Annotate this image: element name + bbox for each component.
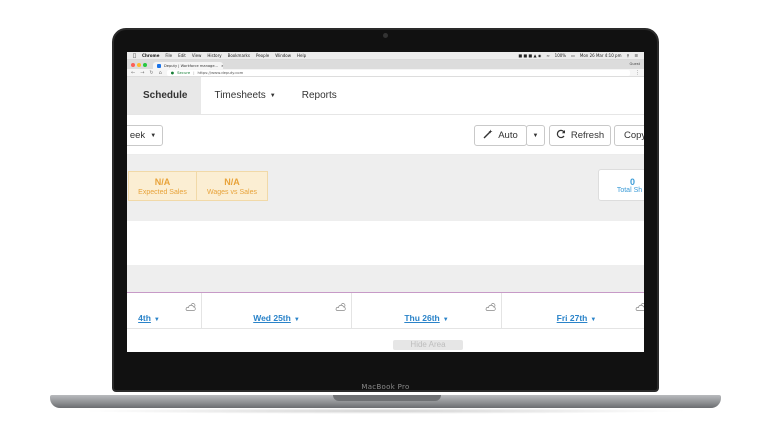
- tab-schedule[interactable]: Schedule: [127, 77, 202, 114]
- tab-close-icon[interactable]: ×: [221, 64, 223, 68]
- total-shifts-label: Total Sh: [616, 186, 643, 194]
- favicon-icon: [157, 63, 161, 68]
- copy-label: Copy: [624, 130, 644, 141]
- bezel-label: MacBook Pro: [361, 383, 410, 391]
- total-shifts-stat[interactable]: 0 Total Sh: [598, 169, 644, 201]
- menu-edit[interactable]: Edit: [178, 53, 186, 58]
- magic-wand-icon: [483, 129, 493, 142]
- menu-window[interactable]: Window: [275, 53, 291, 58]
- screen:  Chrome File Edit View History Bookmark…: [127, 52, 644, 352]
- tab-timesheets-label: Timesheets: [214, 90, 266, 101]
- tab-title: Deputy | Workforce manage...: [164, 63, 218, 68]
- partly-cloudy-icon: [185, 299, 197, 311]
- day-column-header[interactable]: Wed 25th ▼: [202, 293, 352, 329]
- zoom-window-button[interactable]: [143, 62, 147, 67]
- menu-help[interactable]: Help: [297, 53, 306, 58]
- expected-sales-value: N/A: [154, 176, 171, 187]
- tab-schedule-label: Schedule: [143, 90, 188, 101]
- back-icon[interactable]: ←: [131, 70, 135, 76]
- forward-icon[interactable]: →: [140, 70, 144, 76]
- copy-button[interactable]: Copy: [614, 125, 644, 146]
- stage: MacBook Pro  Chrome File Edit View Hist…: [0, 0, 777, 439]
- day-header-row: 4th ▼ Wed 25th ▼ Thu 26th ▼ Fri 27th ▼: [127, 293, 644, 329]
- partly-cloudy-icon: [335, 299, 347, 311]
- menu-file[interactable]: File: [165, 53, 172, 58]
- laptop-shadow: [80, 408, 691, 414]
- expected-sales-stat[interactable]: N/A Expected Sales: [128, 171, 197, 201]
- day-label[interactable]: 4th ▼: [127, 313, 201, 323]
- status-icons[interactable]: ■ ■ ■ ▲ ◉: [518, 53, 541, 58]
- refresh-button[interactable]: Refresh: [549, 125, 611, 146]
- day-label[interactable]: Wed 25th ▼: [202, 313, 351, 323]
- menu-app-name[interactable]: Chrome: [142, 53, 159, 58]
- hide-area-button[interactable]: Hide Area: [393, 340, 463, 350]
- clock[interactable]: Mon 26 Mar 4:10 pm: [580, 53, 622, 58]
- auto-options-dropdown[interactable]: ▼: [526, 125, 545, 146]
- wifi-icon[interactable]: ≈: [546, 53, 549, 58]
- auto-label: Auto: [498, 130, 518, 141]
- total-shifts-value: 0: [629, 176, 635, 187]
- partly-cloudy-icon: [485, 299, 497, 311]
- day-column-header[interactable]: Fri 27th ▼: [502, 293, 644, 329]
- url-input[interactable]: ● Secure | https://www.deputy.com: [166, 69, 630, 76]
- webcam-icon: [383, 33, 388, 38]
- reload-icon[interactable]: ↻: [149, 70, 153, 76]
- apple-icon[interactable]: : [133, 53, 136, 59]
- day-label[interactable]: Thu 26th ▼: [352, 313, 501, 323]
- tab-timesheets[interactable]: Timesheets ▼: [201, 77, 288, 114]
- url-text: https://www.deputy.com: [197, 70, 244, 75]
- browser-tabbar: Deputy | Workforce manage... × Guest: [127, 60, 644, 69]
- day-label[interactable]: Fri 27th ▼: [502, 313, 644, 323]
- secure-label: Secure: [177, 70, 191, 75]
- week-label: eek: [129, 130, 146, 141]
- chevron-down-icon: ▼: [269, 92, 276, 99]
- schedule-toolbar: eek ▼ Auto ▼ Refresh Copy: [127, 115, 644, 155]
- spotlight-icon[interactable]: ⚲: [626, 53, 629, 58]
- battery-percent[interactable]: 100%: [555, 53, 566, 58]
- close-window-button[interactable]: [131, 62, 135, 67]
- refresh-label: Refresh: [570, 130, 605, 141]
- guest-profile[interactable]: Guest: [629, 62, 640, 66]
- expected-sales-label: Expected Sales: [138, 188, 187, 196]
- menu-bookmarks[interactable]: Bookmarks: [228, 53, 250, 58]
- menu-view[interactable]: View: [192, 53, 202, 58]
- chevron-down-icon: ▼: [150, 132, 157, 139]
- minimize-window-button[interactable]: [137, 62, 141, 67]
- lock-icon: ●: [170, 70, 175, 75]
- day-column-header[interactable]: Thu 26th ▼: [352, 293, 502, 329]
- browser-menu-icon[interactable]: ⋮: [635, 70, 640, 76]
- battery-icon[interactable]: ▭: [571, 53, 575, 58]
- partly-cloudy-icon: [635, 299, 644, 311]
- home-icon[interactable]: ⌂: [159, 70, 162, 76]
- macos-menubar:  Chrome File Edit View History Bookmark…: [127, 52, 644, 60]
- refresh-icon: [556, 129, 566, 142]
- blank-area: [127, 221, 644, 265]
- gray-band: [127, 265, 644, 293]
- menu-people[interactable]: People: [256, 53, 269, 58]
- tab-reports-label: Reports: [301, 90, 337, 101]
- tab-reports[interactable]: Reports: [289, 77, 350, 114]
- auto-schedule-button[interactable]: Auto: [474, 125, 527, 146]
- stats-strip: N/A Expected Sales N/A Wages vs Sales 0 …: [127, 155, 644, 221]
- window-controls: [131, 60, 147, 69]
- laptop-notch: [333, 395, 441, 401]
- notification-icon[interactable]: ☰: [634, 53, 638, 58]
- menu-history[interactable]: History: [207, 53, 221, 58]
- url-separator: |: [193, 70, 195, 75]
- wages-vs-sales-label: Wages vs Sales: [207, 188, 257, 196]
- address-bar-row: ← → ↻ ⌂ ● Secure | https://www.deputy.co…: [127, 69, 644, 77]
- app-nav: Schedule Timesheets ▼ Reports: [127, 77, 644, 115]
- browser-tab[interactable]: Deputy | Workforce manage... ×: [153, 62, 223, 69]
- wages-vs-sales-value: N/A: [224, 176, 240, 187]
- day-column-header[interactable]: 4th ▼: [127, 293, 202, 329]
- chevron-down-icon: ▼: [532, 132, 539, 139]
- menubar-status: ■ ■ ■ ▲ ◉ ≈ 100% ▭ Mon 26 Mar 4:10 pm ⚲ …: [518, 53, 638, 58]
- wages-vs-sales-stat[interactable]: N/A Wages vs Sales: [196, 171, 268, 201]
- week-dropdown-button[interactable]: eek ▼: [127, 125, 163, 146]
